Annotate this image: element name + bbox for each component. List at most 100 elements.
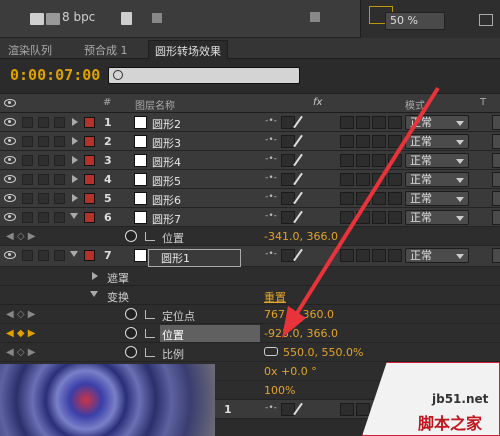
audio-switch[interactable]	[22, 136, 33, 147]
link-icon[interactable]	[264, 347, 278, 356]
mode-select[interactable]: 正常	[405, 153, 469, 168]
mode-select[interactable]: 正常	[405, 210, 469, 225]
adjustment-switch[interactable]	[372, 135, 386, 148]
current-time[interactable]: 0:00:07:00	[10, 66, 100, 84]
panel-menu-icon[interactable]	[152, 13, 162, 23]
transform-group-row[interactable]: 变换 重置	[0, 286, 500, 305]
motion-blur-switch[interactable]	[356, 211, 370, 224]
graph-icon[interactable]	[145, 329, 155, 338]
lock-switch[interactable]	[54, 250, 65, 261]
eye-icon[interactable]	[4, 251, 16, 259]
collapse-icon[interactable]	[70, 213, 78, 219]
layer-name[interactable]: 圆形2	[152, 116, 181, 132]
fx-switch[interactable]	[340, 154, 354, 167]
eye-icon[interactable]	[4, 118, 16, 126]
solo-switch[interactable]	[38, 250, 49, 261]
layer-row[interactable]: 5 圆形6 -•- 正常	[0, 189, 500, 208]
motion-blur-switch[interactable]	[356, 249, 370, 262]
solo-switch[interactable]	[38, 117, 49, 128]
stopwatch-icon[interactable]	[125, 327, 137, 339]
rotation-value[interactable]: 0x +0.0 °	[264, 365, 317, 378]
stopwatch-icon[interactable]	[125, 230, 137, 242]
label-color[interactable]	[84, 117, 95, 128]
trackmatte-select[interactable]	[492, 134, 500, 149]
motion-blur-switch[interactable]	[356, 116, 370, 129]
mode-select[interactable]: 正常	[405, 172, 469, 187]
prev-keyframe-icon[interactable]: ◀ ◇ ▶	[6, 231, 35, 242]
keyframe-nav-icon[interactable]: ◀ ◇ ▶	[6, 347, 35, 358]
mode-select[interactable]: 正常	[405, 134, 469, 149]
shy-switch[interactable]: -•-	[264, 116, 278, 129]
fx-switch[interactable]	[340, 173, 354, 186]
fx-switch[interactable]	[340, 403, 354, 416]
motion-blur-switch[interactable]	[356, 173, 370, 186]
lock-switch[interactable]	[54, 117, 65, 128]
lock-switch[interactable]	[54, 136, 65, 147]
eye-icon[interactable]	[4, 194, 16, 202]
expand-icon[interactable]	[72, 156, 78, 164]
layer-name[interactable]: 圆形6	[152, 192, 181, 208]
solo-switch[interactable]	[38, 174, 49, 185]
collapse-icon[interactable]	[90, 291, 98, 297]
3d-switch[interactable]	[388, 211, 402, 224]
audio-switch[interactable]	[22, 193, 33, 204]
folder-icon[interactable]	[30, 13, 44, 25]
shy-switch[interactable]: -•-	[264, 135, 278, 148]
column-mode[interactable]: 模式	[405, 97, 425, 112]
property-row[interactable]: ◀ ◇ ▶ 位置 -341.0, 366.0	[0, 227, 500, 246]
zoom-select[interactable]: 50 %	[385, 12, 445, 30]
property-value[interactable]: 550.0, 550.0%	[283, 346, 363, 359]
mode-select[interactable]: 正常	[405, 191, 469, 206]
motion-blur-switch[interactable]	[356, 135, 370, 148]
composition-icon[interactable]	[46, 13, 60, 25]
label-color[interactable]	[84, 212, 95, 223]
trackmatte-select[interactable]	[492, 153, 500, 168]
reset-link[interactable]: 重置	[264, 289, 286, 305]
3d-switch[interactable]	[388, 135, 402, 148]
shy-switch[interactable]: -•-	[264, 192, 278, 205]
property-value[interactable]: -341.0, 366.0	[264, 230, 338, 243]
trackmatte-select[interactable]	[492, 115, 500, 130]
stopwatch-icon[interactable]	[125, 308, 137, 320]
label-color[interactable]	[84, 136, 95, 147]
eye-icon[interactable]	[4, 213, 16, 221]
expand-icon[interactable]	[72, 137, 78, 145]
graph-icon[interactable]	[145, 232, 155, 241]
layer-row[interactable]: 4 圆形5 -•- 正常	[0, 170, 500, 189]
shy-switch[interactable]: -•-	[264, 249, 278, 262]
graph-icon[interactable]	[145, 348, 155, 357]
keyframe-nav-icon[interactable]: ◀ ◇ ▶	[6, 309, 35, 320]
motion-blur-switch[interactable]	[356, 192, 370, 205]
layer-row[interactable]: 6 圆形7 -•- 正常	[0, 208, 500, 227]
trackmatte-select[interactable]	[492, 248, 500, 263]
adjustment-switch[interactable]	[372, 249, 386, 262]
keyframe-nav-icon[interactable]: ◀ ◆ ▶	[6, 328, 35, 339]
layer-row[interactable]: 2 圆形3 -•- 正常	[0, 132, 500, 151]
property-value[interactable]: -923.0, 366.0	[264, 327, 338, 340]
audio-switch[interactable]	[22, 174, 33, 185]
lock-switch[interactable]	[54, 155, 65, 166]
fx-switch[interactable]	[340, 192, 354, 205]
adjustment-switch[interactable]	[372, 211, 386, 224]
eye-icon[interactable]	[4, 175, 16, 183]
label-color[interactable]	[84, 193, 95, 204]
fx-switch[interactable]	[340, 249, 354, 262]
eye-icon[interactable]	[4, 137, 16, 145]
motion-blur-switch[interactable]	[356, 154, 370, 167]
eye-icon[interactable]	[4, 156, 16, 164]
expand-icon[interactable]	[72, 194, 78, 202]
label-color[interactable]	[84, 250, 95, 261]
solo-switch[interactable]	[38, 136, 49, 147]
expand-icon[interactable]	[92, 272, 98, 280]
audio-switch[interactable]	[22, 155, 33, 166]
shy-switch[interactable]: -•-	[264, 403, 278, 416]
property-row[interactable]: ◀ ◇ ▶ 定位点 767.0, 360.0	[0, 305, 500, 324]
expand-icon[interactable]	[72, 175, 78, 183]
layer-row[interactable]: 3 圆形4 -•- 正常	[0, 151, 500, 170]
solo-switch[interactable]	[38, 155, 49, 166]
3d-switch[interactable]	[388, 116, 402, 129]
adjustment-switch[interactable]	[372, 116, 386, 129]
stopwatch-icon[interactable]	[125, 346, 137, 358]
layer-search-input[interactable]	[108, 67, 300, 84]
collapse-icon[interactable]	[70, 251, 78, 257]
